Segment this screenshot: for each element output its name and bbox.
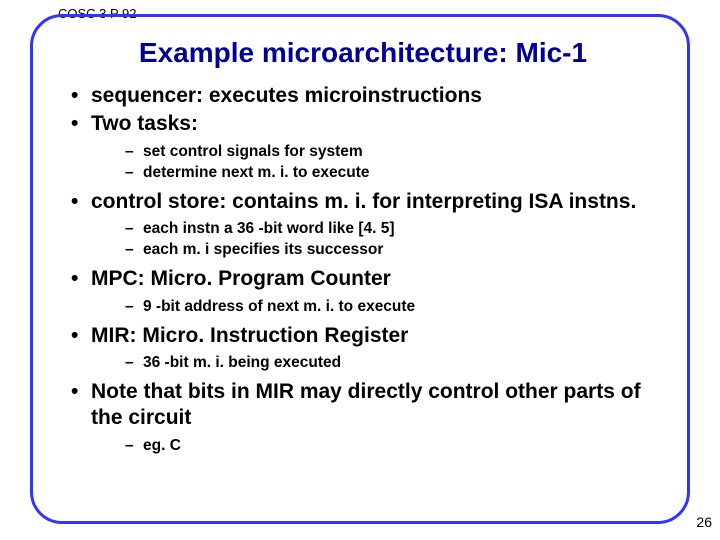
sub-item: set control signals for system bbox=[125, 142, 663, 162]
bullet-text: Note that bits in MIR may directly contr… bbox=[91, 380, 641, 429]
sub-text: 36 -bit m. i. being executed bbox=[143, 354, 341, 371]
sub-text: each m. i specifies its successor bbox=[143, 241, 383, 258]
list-item: Two tasks: set control signals for syste… bbox=[69, 111, 663, 183]
sub-list: 36 -bit m. i. being executed bbox=[91, 353, 663, 373]
sub-item: 9 -bit address of next m. i. to execute bbox=[125, 297, 663, 317]
sub-list: each instn a 36 -bit word like [4. 5] ea… bbox=[91, 219, 663, 260]
list-item: MIR: Micro. Instruction Register 36 -bit… bbox=[69, 323, 663, 373]
list-item: MPC: Micro. Program Counter 9 -bit addre… bbox=[69, 266, 663, 316]
sub-item: each instn a 36 -bit word like [4. 5] bbox=[125, 219, 663, 239]
sub-text: set control signals for system bbox=[143, 143, 363, 160]
slide-title: Example microarchitecture: Mic-1 bbox=[63, 37, 663, 69]
bullet-text: Two tasks: bbox=[91, 112, 198, 135]
bullet-text: control store: contains m. i. for interp… bbox=[91, 190, 636, 213]
bullet-list: sequencer: executes microinstructions Tw… bbox=[63, 83, 663, 456]
sub-text: determine next m. i. to execute bbox=[143, 164, 370, 181]
sub-item: each m. i specifies its successor bbox=[125, 240, 663, 260]
sub-list: set control signals for system determine… bbox=[91, 142, 663, 183]
sub-list: 9 -bit address of next m. i. to execute bbox=[91, 297, 663, 317]
sub-item: eg. C bbox=[125, 436, 663, 456]
list-item: control store: contains m. i. for interp… bbox=[69, 189, 663, 261]
slide-frame: Example microarchitecture: Mic-1 sequenc… bbox=[30, 14, 690, 524]
bullet-text: sequencer: executes microinstructions bbox=[91, 84, 482, 107]
list-item: Note that bits in MIR may directly contr… bbox=[69, 379, 663, 456]
sub-item: 36 -bit m. i. being executed bbox=[125, 353, 663, 373]
list-item: sequencer: executes microinstructions bbox=[69, 83, 663, 109]
sub-text: 9 -bit address of next m. i. to execute bbox=[143, 298, 415, 315]
page-number: 26 bbox=[696, 514, 712, 530]
sub-item: determine next m. i. to execute bbox=[125, 163, 663, 183]
sub-text: each instn a 36 -bit word like [4. 5] bbox=[143, 220, 395, 237]
bullet-text: MIR: Micro. Instruction Register bbox=[91, 324, 408, 347]
sub-text: eg. C bbox=[143, 437, 181, 454]
bullet-text: MPC: Micro. Program Counter bbox=[91, 267, 391, 290]
sub-list: eg. C bbox=[91, 436, 663, 456]
